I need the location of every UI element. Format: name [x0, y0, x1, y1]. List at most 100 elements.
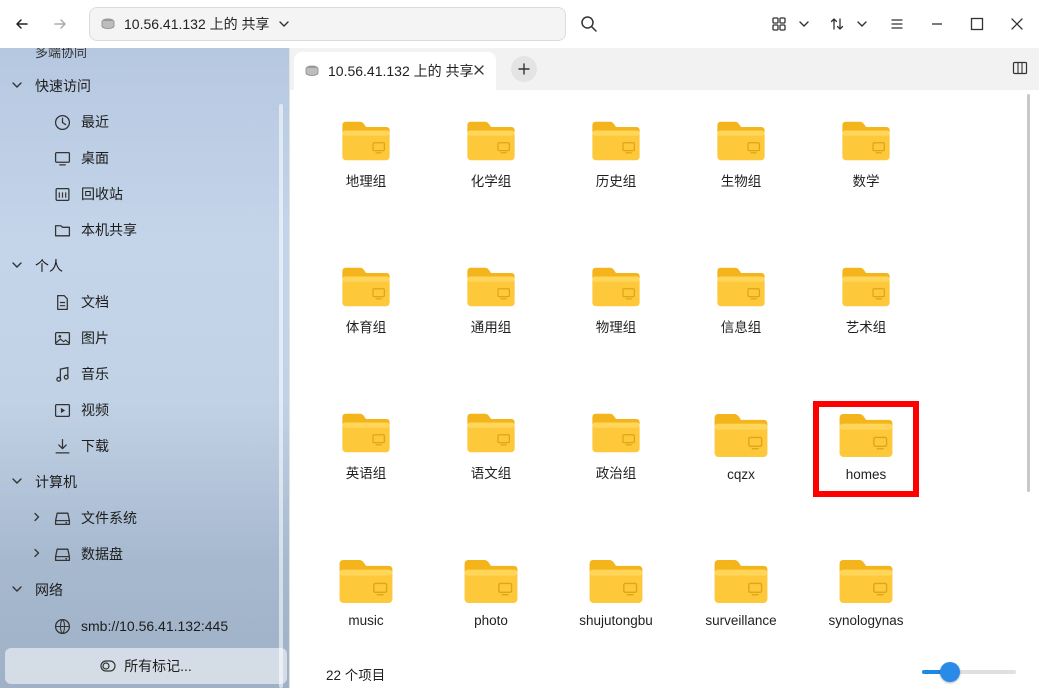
- folder-outline-icon: [54, 225, 71, 237]
- section-label: 网络: [35, 582, 63, 598]
- download-icon: [55, 438, 70, 454]
- sidebar-item-recent[interactable]: 最近: [0, 104, 289, 140]
- sidebar-item-videos[interactable]: 视频: [0, 392, 289, 428]
- folder-item[interactable]: 体育组: [311, 236, 421, 336]
- sidebar-item-label: 视频: [81, 402, 109, 418]
- folder-item[interactable]: 生物组: [686, 90, 796, 190]
- folder-item[interactable]: 艺术组: [811, 236, 921, 336]
- back-button[interactable]: [10, 12, 34, 36]
- close-icon[interactable]: [472, 63, 486, 77]
- shared-folder-icon: [842, 267, 890, 307]
- sidebar-section-personal[interactable]: 个人: [0, 248, 289, 284]
- search-button[interactable]: [577, 12, 601, 36]
- detail-panel-icon[interactable]: [1012, 60, 1028, 76]
- desktop-icon: [54, 152, 71, 166]
- sidebar-scrollbar[interactable]: [279, 104, 283, 688]
- menu-button[interactable]: [885, 12, 909, 36]
- folder-item[interactable]: 数学: [811, 90, 921, 190]
- grid-view-icon: [772, 17, 786, 31]
- minimize-button[interactable]: [925, 12, 949, 36]
- folder-item[interactable]: 物理组: [561, 236, 671, 336]
- folder-name: music: [348, 613, 384, 628]
- hard-drive-icon: [54, 548, 71, 561]
- new-tab-button[interactable]: [511, 56, 537, 82]
- view-mode-dropdown[interactable]: [792, 12, 816, 36]
- sidebar-item-documents[interactable]: 文档: [0, 284, 289, 320]
- sort-button[interactable]: [825, 12, 849, 36]
- sidebar: 多端协同 快速访问 最近 桌面 回收站 本机共享 个人 文档 图片 音乐 视频: [0, 48, 289, 688]
- folder-item[interactable]: cqzx: [686, 382, 796, 482]
- chevron-right-icon[interactable]: [32, 512, 42, 522]
- sidebar-item-local-share[interactable]: 本机共享: [0, 212, 289, 248]
- zoom-slider-knob[interactable]: [940, 662, 961, 682]
- folder-item[interactable]: synologynas: [811, 528, 921, 628]
- chevron-down-icon: [799, 21, 809, 27]
- chevron-down-icon[interactable]: [278, 18, 290, 30]
- sidebar-item-label: 文档: [81, 294, 109, 310]
- folder-item[interactable]: 英语组: [311, 382, 421, 482]
- sidebar-item-label: 本机共享: [81, 222, 137, 238]
- sidebar-item-downloads[interactable]: 下载: [0, 428, 289, 464]
- folder-name: photo: [474, 613, 508, 628]
- folder-name: 艺术组: [845, 320, 887, 335]
- folder-item[interactable]: surveillance: [686, 528, 796, 628]
- shared-folder-icon: [592, 121, 640, 161]
- sidebar-item-pictures[interactable]: 图片: [0, 320, 289, 356]
- all-tags-button[interactable]: 所有标记...: [5, 648, 287, 684]
- forward-button[interactable]: [48, 12, 72, 36]
- folder-item[interactable]: 通用组: [436, 236, 546, 336]
- folder-item[interactable]: 信息组: [686, 236, 796, 336]
- shared-folder-icon: [342, 267, 390, 307]
- section-label: 计算机: [35, 474, 77, 490]
- sidebar-item-data-disk[interactable]: 数据盘: [0, 536, 289, 572]
- maximize-button[interactable]: [965, 12, 989, 36]
- sidebar-section-network[interactable]: 网络: [0, 572, 289, 608]
- folder-name: shujutongbu: [579, 613, 653, 628]
- main-scrollbar[interactable]: [1027, 94, 1030, 492]
- network-drive-icon: [305, 65, 319, 76]
- chevron-right-icon[interactable]: [32, 548, 42, 558]
- sidebar-item-label: 下载: [81, 438, 109, 454]
- sidebar-section-quick-access[interactable]: 快速访问: [0, 68, 289, 104]
- folder-item[interactable]: music: [311, 528, 421, 628]
- close-window-button[interactable]: [1005, 12, 1029, 36]
- folder-name: 历史组: [595, 174, 637, 189]
- sidebar-item-smb-share[interactable]: smb://10.56.41.132:445: [0, 608, 289, 644]
- music-note-icon: [56, 366, 69, 382]
- sidebar-item-file-system[interactable]: 文件系统: [0, 500, 289, 536]
- folder-name: 生物组: [720, 174, 762, 189]
- folder-item[interactable]: shujutongbu: [561, 528, 671, 628]
- tab-share[interactable]: 10.56.41.132 上的 共享: [294, 52, 496, 90]
- folder-name: 语文组: [470, 466, 512, 481]
- chevron-down-icon: [12, 262, 22, 268]
- selection-highlight: [813, 401, 919, 497]
- folder-name: 信息组: [720, 320, 762, 335]
- folder-item[interactable]: 化学组: [436, 90, 546, 190]
- folder-item[interactable]: photo: [436, 528, 546, 628]
- shared-folder-icon: [839, 559, 893, 604]
- folder-item[interactable]: 地理组: [311, 90, 421, 190]
- folder-name: 体育组: [345, 320, 387, 335]
- folder-item[interactable]: 政治组: [561, 382, 671, 482]
- folder-name: 英语组: [345, 466, 387, 481]
- folder-item[interactable]: 语文组: [436, 382, 546, 482]
- sidebar-item-music[interactable]: 音乐: [0, 356, 289, 392]
- sidebar-item-label: 图片: [81, 330, 109, 346]
- arrow-left-icon: [16, 19, 28, 29]
- chevron-down-icon: [12, 478, 22, 484]
- view-mode-button[interactable]: [767, 12, 791, 36]
- section-label: 个人: [35, 258, 63, 274]
- sidebar-section-computer[interactable]: 计算机: [0, 464, 289, 500]
- sidebar-item-trash[interactable]: 回收站: [0, 176, 289, 212]
- zoom-slider[interactable]: [922, 662, 1016, 682]
- folder-item[interactable]: 历史组: [561, 90, 671, 190]
- shared-folder-icon: [592, 413, 640, 453]
- arrow-right-icon: [54, 19, 66, 29]
- hard-drive-icon: [54, 512, 71, 525]
- file-grid: 地理组 化学组 历史组 生物组 数学体育组 通用组 物理组 信息组 艺术组英语组 语文组 政治组 cq…: [290, 90, 1030, 650]
- tab-bar: 10.56.41.132 上的 共享: [290, 48, 1039, 90]
- sidebar-item-desktop[interactable]: 桌面: [0, 140, 289, 176]
- sort-dropdown[interactable]: [850, 12, 874, 36]
- sidebar-item-multi-device[interactable]: 多端协同: [35, 48, 87, 61]
- address-bar[interactable]: 10.56.41.132 上的 共享: [89, 7, 566, 41]
